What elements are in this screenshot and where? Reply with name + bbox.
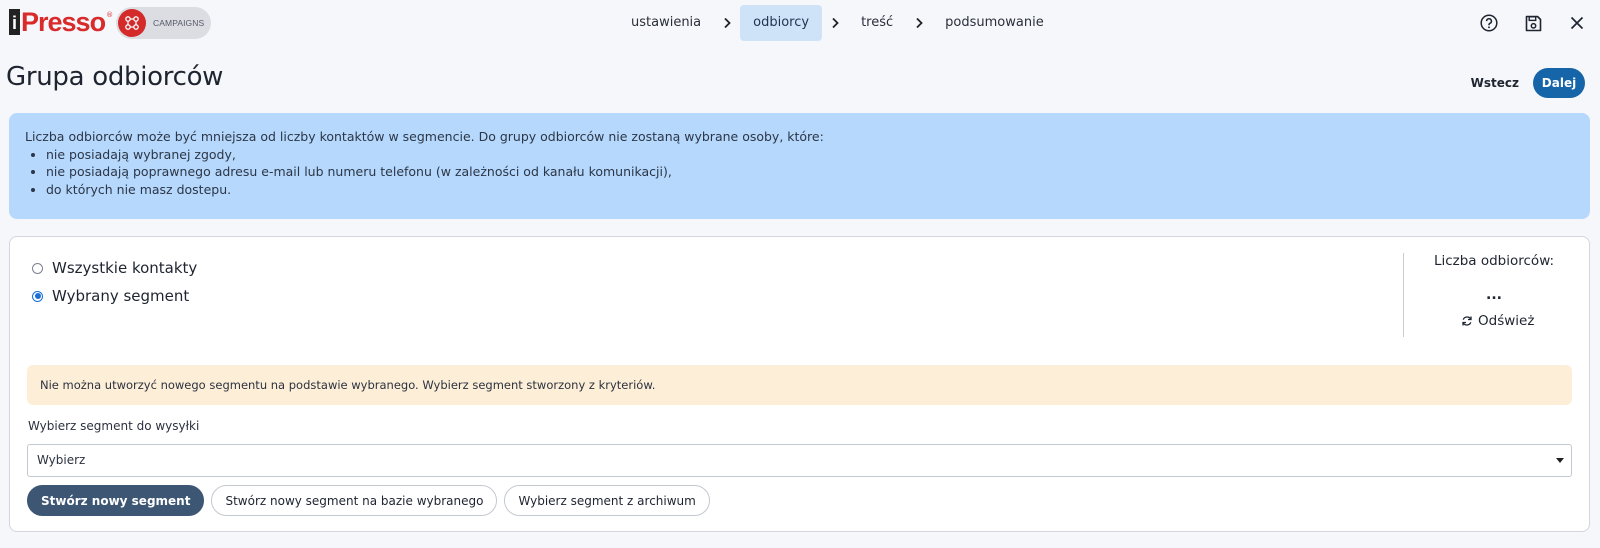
info-list-item: nie posiadają wybranej zgody,	[46, 146, 1574, 164]
module-label: CAMPAIGNS	[153, 18, 205, 28]
info-alert: Liczba odbiorców może być mniejsza od li…	[9, 113, 1590, 219]
logo-text: Presso	[21, 7, 106, 37]
chevron-right-icon	[714, 17, 740, 29]
segment-select[interactable]: Wybierz	[27, 444, 1572, 477]
radio-label: Wszystkie kontakty	[52, 259, 198, 277]
recipient-count-label: Liczba odbiorców:	[1433, 253, 1555, 269]
info-intro: Liczba odbiorców może być mniejsza od li…	[25, 129, 824, 144]
info-list-item: nie posiadają poprawnego adresu e-mail l…	[46, 163, 1574, 181]
wizard-steps: ustawienia odbiorcy treść podsumowanie	[618, 5, 1057, 41]
recipient-count-panel: Liczba odbiorców: ... Odśwież	[1403, 253, 1583, 337]
step-settings[interactable]: ustawienia	[618, 5, 714, 41]
top-bar: i Presso ® CAMPAIGNS ustawienia odbiorcy…	[0, 0, 1600, 46]
header-actions: Wstecz Dalej	[1457, 68, 1585, 98]
help-circle-icon[interactable]	[1476, 10, 1502, 36]
radio-selected-segment[interactable]: Wybrany segment	[32, 287, 189, 305]
step-summary[interactable]: podsumowanie	[932, 5, 1057, 41]
next-button[interactable]: Dalej	[1533, 68, 1585, 98]
warning-alert: Nie można utworzyć nowego segmentu na po…	[27, 365, 1572, 405]
chevron-right-icon	[822, 17, 848, 29]
module-switcher[interactable]: CAMPAIGNS	[116, 7, 211, 39]
logo-registered-mark: ®	[106, 11, 114, 19]
close-icon[interactable]	[1564, 10, 1590, 36]
audience-card: Wszystkie kontakty Wybrany segment Liczb…	[9, 236, 1590, 532]
refresh-icon	[1462, 316, 1472, 326]
ipresso-logo[interactable]: i Presso ®	[9, 6, 113, 38]
radio-all-contacts[interactable]: Wszystkie kontakty	[32, 259, 197, 277]
top-actions	[1458, 10, 1590, 36]
radio-button-checked[interactable]	[32, 290, 43, 302]
segment-actions: Stwórz nowy segment Stwórz nowy segment …	[27, 485, 717, 516]
step-content[interactable]: treść	[848, 5, 906, 41]
campaigns-icon	[118, 9, 146, 37]
create-segment-button[interactable]: Stwórz nowy segment	[27, 485, 205, 516]
refresh-label: Odśwież	[1478, 313, 1535, 329]
radio-label: Wybrany segment	[52, 287, 190, 305]
create-from-selected-button[interactable]: Stwórz nowy segment na bazie wybranego	[211, 485, 498, 516]
segment-select-label: Wybierz segment do wysyłki	[28, 419, 200, 433]
page-title: Grupa odbiorców	[6, 62, 224, 92]
refresh-button[interactable]: Odśwież	[1461, 313, 1534, 329]
choose-from-archive-button[interactable]: Wybierz segment z archiwum	[504, 485, 710, 516]
info-list-item: do których nie masz dostepu.	[46, 181, 1574, 199]
segment-select-value: Wybierz	[37, 453, 86, 467]
radio-button[interactable]	[32, 262, 43, 274]
back-button[interactable]: Wstecz	[1457, 68, 1533, 98]
chevron-right-icon	[906, 17, 932, 29]
step-recipients[interactable]: odbiorcy	[740, 5, 823, 41]
info-list: nie posiadają wybranej zgody, nie posiad…	[25, 146, 1574, 199]
caret-down-icon	[1556, 458, 1564, 463]
save-icon[interactable]	[1520, 10, 1546, 36]
logo-letter: i	[9, 9, 20, 35]
recipient-count-value: ...	[1486, 287, 1502, 303]
